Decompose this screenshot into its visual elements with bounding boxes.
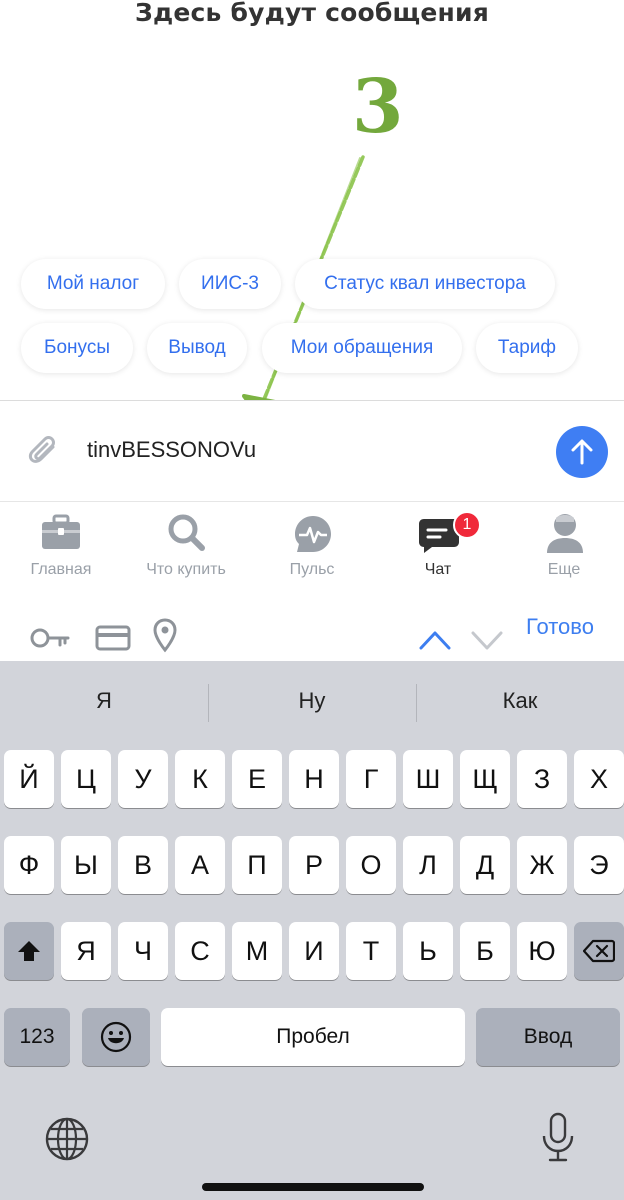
key[interactable]: Э [574, 836, 624, 894]
key[interactable]: Х [574, 750, 624, 808]
tab-glavnaya[interactable]: Главная [6, 508, 116, 588]
suggestion-1[interactable]: Я [0, 688, 208, 714]
shift-arrow-icon [18, 941, 40, 961]
suggestion-3[interactable]: Как [416, 688, 624, 714]
chip-tarif[interactable]: Тариф [476, 323, 578, 373]
key[interactable]: У [118, 750, 168, 808]
chevron-down-icon[interactable] [470, 614, 504, 666]
key[interactable]: Ж [517, 836, 567, 894]
briefcase-icon [42, 514, 80, 549]
key[interactable]: Ч [118, 922, 168, 980]
key[interactable]: Г [346, 750, 396, 808]
return-key[interactable]: Ввод [476, 1008, 620, 1066]
tab-label: Чат [424, 561, 452, 578]
pulse-icon [295, 516, 331, 552]
done-button[interactable]: Готово [526, 614, 594, 640]
chevron-up-icon[interactable] [418, 614, 452, 666]
chip-vyvod[interactable]: Вывод [147, 323, 247, 373]
paperclip-icon[interactable] [26, 432, 62, 472]
key[interactable]: О [346, 836, 396, 894]
key[interactable]: Д [460, 836, 510, 894]
emoji-key[interactable] [82, 1008, 150, 1066]
tab-label: Главная [30, 561, 92, 578]
key[interactable]: Ц [61, 750, 111, 808]
key[interactable]: М [232, 922, 282, 980]
arrow-up-icon [571, 439, 593, 465]
suggestion-2[interactable]: Ну [208, 688, 416, 714]
microphone-icon[interactable] [540, 1112, 576, 1164]
search-icon [168, 514, 205, 551]
key[interactable]: Т [346, 922, 396, 980]
key[interactable]: С [175, 922, 225, 980]
numbers-key[interactable]: 123 [4, 1008, 70, 1066]
key[interactable]: Ш [403, 750, 453, 808]
chat-unread-badge: 1 [453, 511, 481, 539]
key[interactable]: Е [232, 750, 282, 808]
key[interactable]: Я [61, 922, 111, 980]
message-input[interactable]: tinvBESSONOVu [87, 437, 256, 463]
space-key[interactable]: Пробел [161, 1008, 465, 1066]
annotation-step-number: 3 [352, 64, 404, 150]
emoji-icon [100, 1021, 132, 1053]
key[interactable]: И [289, 922, 339, 980]
key[interactable]: Ф [4, 836, 54, 894]
page-title: Здесь будут сообщения [135, 0, 489, 27]
key[interactable]: Й [4, 750, 54, 808]
tab-eshche[interactable]: Еще [509, 508, 619, 588]
key[interactable]: Б [460, 922, 510, 980]
send-button[interactable] [556, 426, 608, 478]
backspace-key[interactable] [574, 922, 624, 980]
backspace-icon [583, 939, 615, 963]
person-icon [547, 514, 583, 553]
chip-moi-obrashcheniya[interactable]: Мои обращения [262, 323, 462, 373]
key[interactable]: В [118, 836, 168, 894]
key[interactable]: Н [289, 750, 339, 808]
tab-chto-kupit[interactable]: Что купить [131, 508, 241, 588]
chip-iis-3[interactable]: ИИС-3 [179, 259, 281, 309]
location-pin-icon[interactable] [152, 609, 178, 661]
shift-key[interactable] [4, 922, 54, 980]
chip-bonusy[interactable]: Бонусы [21, 323, 133, 373]
chip-moy-nalog[interactable]: Мой налог [21, 259, 165, 309]
key-icon[interactable] [30, 612, 70, 664]
key[interactable]: Ь [403, 922, 453, 980]
home-indicator[interactable] [202, 1183, 424, 1191]
key[interactable]: З [517, 750, 567, 808]
globe-icon[interactable] [44, 1116, 90, 1162]
key[interactable]: Ы [61, 836, 111, 894]
key[interactable]: Р [289, 836, 339, 894]
tab-label: Что купить [146, 561, 226, 578]
key[interactable]: Ю [517, 922, 567, 980]
tab-puls[interactable]: Пульс [257, 508, 367, 588]
tab-label: Еще [547, 561, 581, 578]
key[interactable]: А [175, 836, 225, 894]
key[interactable]: П [232, 836, 282, 894]
key[interactable]: Щ [460, 750, 510, 808]
credit-card-icon[interactable] [95, 612, 131, 664]
key[interactable]: К [175, 750, 225, 808]
chip-status-kval-investora[interactable]: Статус квал инвестора [295, 259, 555, 309]
key[interactable]: Л [403, 836, 453, 894]
tab-label: Пульс [289, 561, 335, 578]
